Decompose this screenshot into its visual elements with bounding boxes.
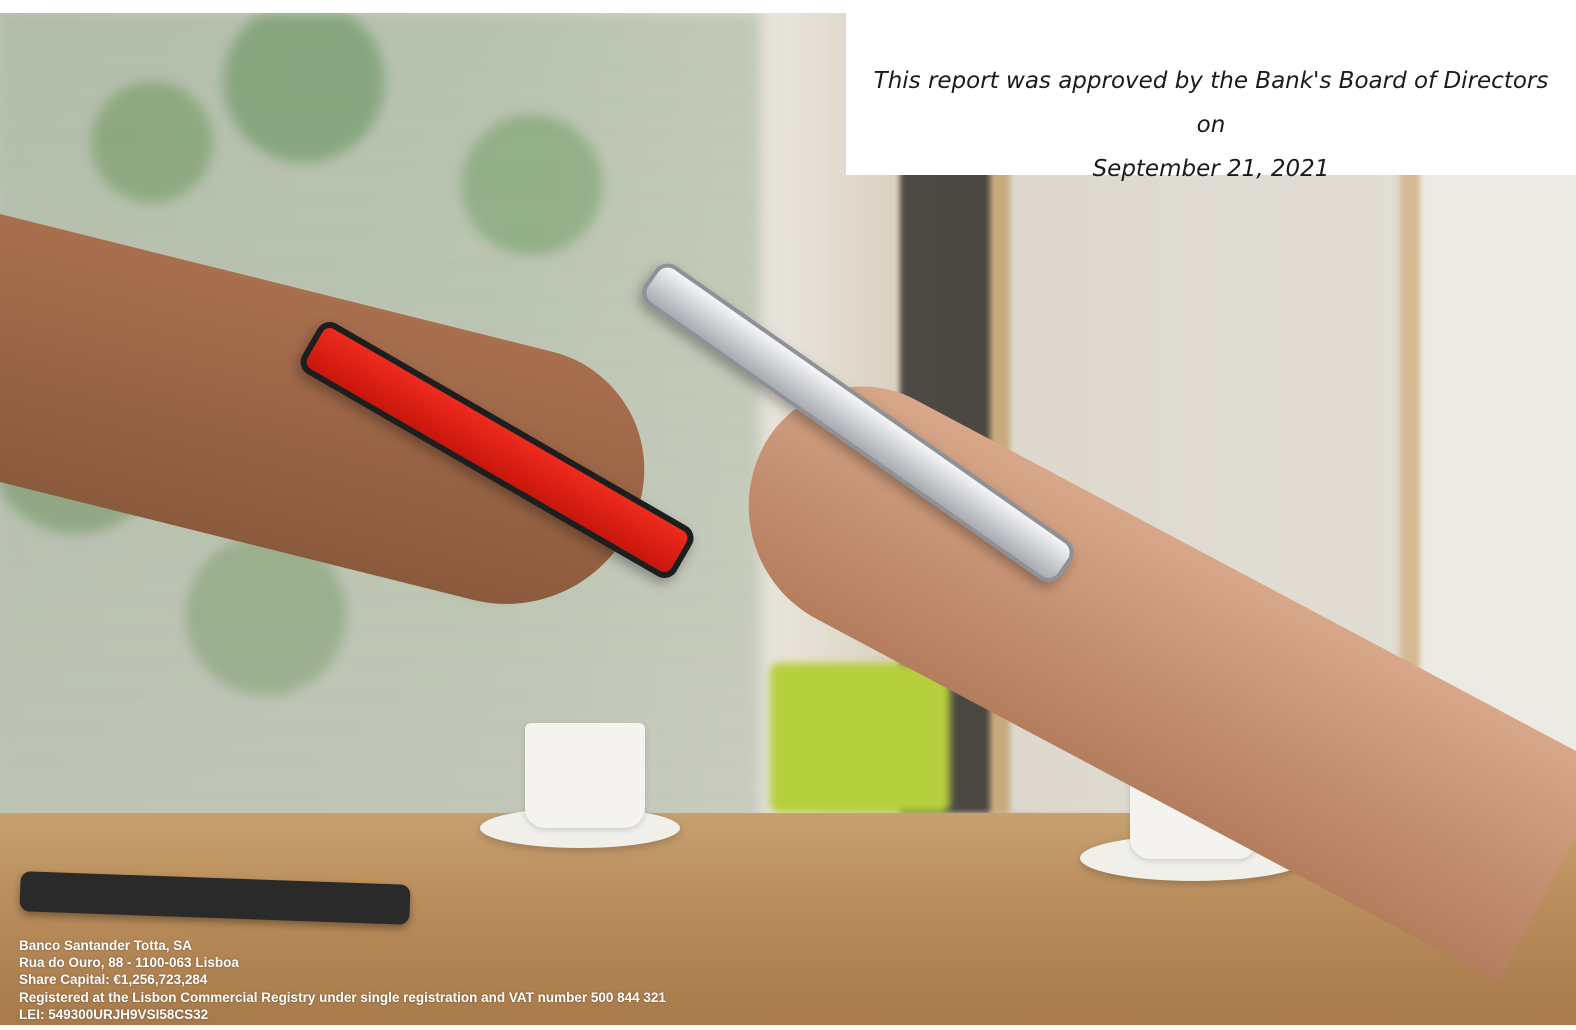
lei-code: LEI: 549300URJH9VSI58CS32 [19, 1006, 209, 1022]
company-name: Banco Santander Totta, SA [19, 938, 193, 953]
approval-note-line2: September 21, 2021 [1092, 156, 1330, 182]
share-capital: Share Capital: €1,256,723,284 [19, 972, 208, 988]
corporate-info: Banco Santander Totta, SA Rua do Ouro, 8… [19, 937, 919, 1023]
approval-note-line1: This report was approved by the Bank's B… [873, 68, 1549, 138]
green-chair [770, 663, 950, 813]
approval-note: This report was approved by the Bank's B… [856, 59, 1566, 191]
report-page: This report was approved by the Bank's B… [0, 0, 1576, 1030]
company-address: Rua do Ouro, 88 - 1100-063 Lisboa [19, 955, 239, 971]
approval-note-box: This report was approved by the Bank's B… [846, 13, 1576, 182]
registration-info: Registered at the Lisbon Commercial Regi… [19, 989, 666, 1005]
coffee-cup-left [525, 723, 645, 828]
